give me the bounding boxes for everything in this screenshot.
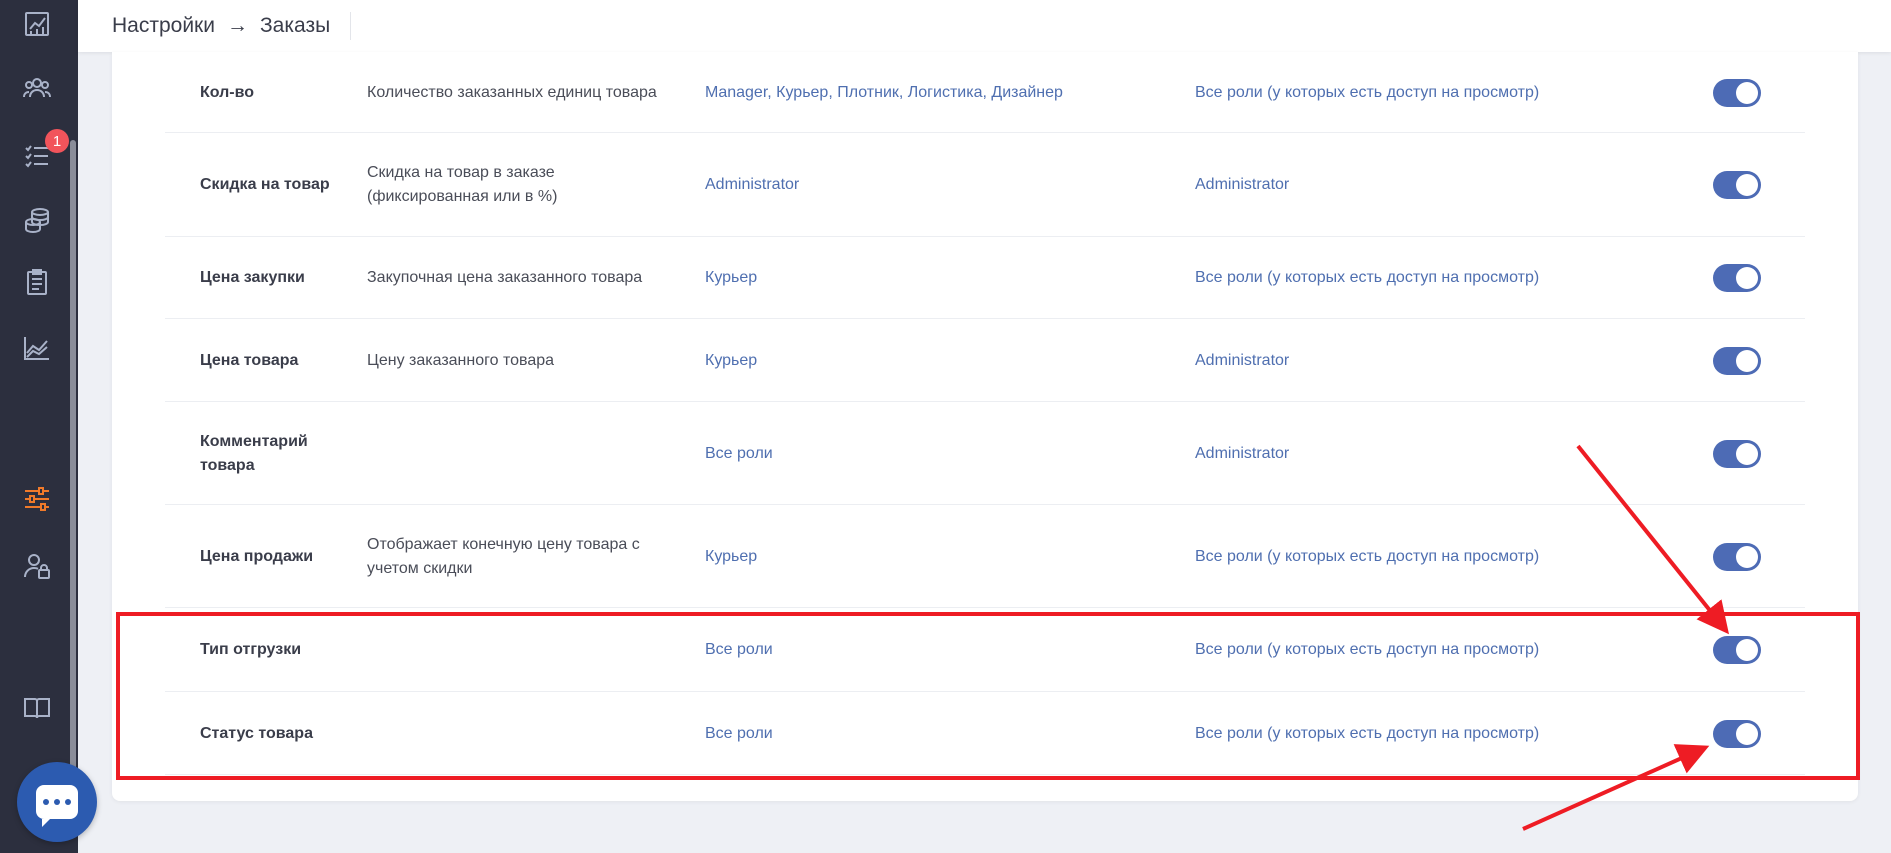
annotation-highlight-box [116,612,1860,780]
sidebar: 1 [0,0,97,853]
book-icon[interactable] [21,692,53,724]
view-roles-link[interactable]: Administrator [1195,173,1615,197]
finance-coins-icon[interactable] [21,204,53,236]
field-name: Кол-во [200,84,255,101]
view-roles-link[interactable]: Administrator [1195,349,1615,373]
field-description: Закупочная цена заказанного товара [367,269,643,286]
breadcrumb-settings-link[interactable]: Настройки [112,14,215,38]
analytics-icon[interactable] [21,8,53,40]
field-name: Цена продажи [200,548,314,565]
field-description: Скидка на товар в заказе (фиксированная … [367,164,558,205]
edit-roles-link[interactable]: Administrator [705,173,1165,197]
edit-roles-link[interactable]: Курьер [705,266,1165,290]
table-row: Скидка на товар Скидка на товар в заказе… [165,133,1805,237]
field-name: Комментарий товара [200,433,308,474]
edit-roles-link[interactable]: Курьер [705,349,1165,373]
settings-sliders-icon[interactable] [21,483,53,515]
chat-bubble-icon [36,785,78,827]
table-row: Комментарий товара Все роли Administrato… [165,402,1805,505]
user-lock-icon[interactable] [21,550,53,582]
field-name: Цена закупки [200,269,305,286]
view-roles-link[interactable]: Все роли (у которых есть доступ на просм… [1195,266,1615,290]
field-enabled-toggle[interactable] [1713,264,1761,292]
top-header: Настройки → Заказы [78,0,1891,52]
header-divider [350,12,352,40]
field-description: Цену заказанного товара [367,352,555,369]
edit-roles-link[interactable]: Manager, Курьер, Плотник, Логистика, Диз… [705,81,1165,105]
table-row: Цена закупки Закупочная цена заказанного… [165,237,1805,319]
area-chart-icon[interactable] [21,332,53,364]
chat-button[interactable] [17,762,97,842]
field-name: Цена товара [200,352,299,369]
view-roles-link[interactable]: Все роли (у которых есть доступ на просм… [1195,545,1615,569]
table-row: Цена товара Цену заказанного товара Курь… [165,319,1805,402]
table-row: Кол-во Количество заказанных единиц това… [165,52,1805,133]
breadcrumb-orders: Заказы [259,14,331,37]
tasks-badge: 1 [45,129,69,153]
users-group-icon[interactable] [21,72,53,104]
edit-roles-link[interactable]: Курьер [705,545,1165,569]
view-roles-link[interactable]: Administrator [1195,442,1615,466]
field-description: Отображает конечную цену товара с учетом… [367,536,640,577]
field-name: Скидка на товар [200,176,330,193]
field-enabled-toggle[interactable] [1713,79,1761,107]
breadcrumb: Настройки → Заказы [112,12,352,40]
field-description: Количество заказанных единиц товара [367,84,657,101]
table-row: Цена продажи Отображает конечную цену то… [165,505,1805,608]
view-roles-link[interactable]: Все роли (у которых есть доступ на просм… [1195,81,1615,105]
field-enabled-toggle[interactable] [1713,543,1761,571]
edit-roles-link[interactable]: Все роли [705,442,1165,466]
field-enabled-toggle[interactable] [1713,171,1761,199]
field-enabled-toggle[interactable] [1713,347,1761,375]
breadcrumb-separator: → [226,14,248,37]
clipboard-icon[interactable] [21,266,53,298]
field-enabled-toggle[interactable] [1713,440,1761,468]
sidebar-scrollbar[interactable] [70,140,76,800]
